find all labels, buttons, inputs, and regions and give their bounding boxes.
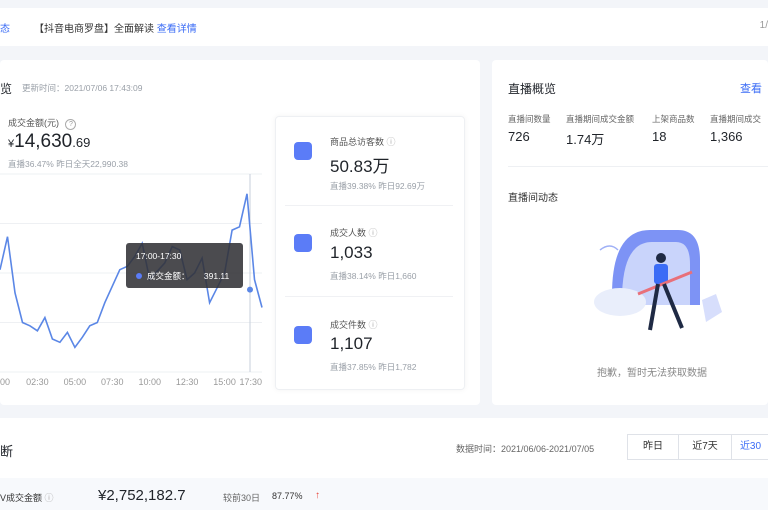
empty-state-illustration: [594, 230, 722, 331]
x-tick-label: 00: [0, 377, 10, 387]
stat-value-buyers: 1,033: [330, 243, 373, 262]
live-metric-value: 1,366: [710, 129, 743, 144]
live-metric-value: 1.74万: [566, 132, 605, 147]
gmv-block: 成交金额(元) ?: [8, 113, 77, 131]
notice-text: 【抖音电商罗盘】全面解读 查看详情: [34, 20, 197, 35]
hover-point: [247, 286, 253, 293]
x-tick-label: 05:00: [64, 377, 87, 387]
notice-left-fragment[interactable]: 态: [0, 20, 10, 35]
range-30days-button[interactable]: 近30: [731, 434, 768, 460]
x-tick-label: 10:00: [138, 377, 161, 387]
live-metric: 直播期间成交金额 1.74万: [566, 113, 652, 148]
summary-compare-value: 87.77%: [272, 491, 303, 501]
x-tick-label: 02:30: [26, 377, 49, 387]
live-feed-title: 直播间动态: [508, 193, 558, 204]
stat-value-visitors: 50.83万: [330, 157, 390, 176]
chart-tooltip: 17:00-17:30 成交金额： 391.11: [126, 243, 243, 288]
live-metric-label: 上架商品数: [652, 114, 695, 124]
notice-pager: 1/: [759, 20, 768, 31]
empty-state-text: 抱歉，暂时无法获取数据: [597, 368, 707, 379]
live-metric: 直播期间成交 1,366: [710, 113, 768, 148]
x-tick-label: 07:30: [101, 377, 124, 387]
notice-bar: 态 【抖音电商罗盘】全面解读 查看详情 1/: [0, 8, 768, 46]
notice-message: 【抖音电商罗盘】全面解读: [34, 24, 154, 35]
items-icon: [294, 326, 312, 344]
stat-label-visitors: 商品总访客数 ⓘ: [330, 137, 396, 147]
help-icon[interactable]: ?: [65, 119, 77, 130]
stat-compare-visitors: 直播39.38% 昨日92.69万: [330, 181, 425, 191]
live-metric-label: 直播期间成交金额: [566, 114, 635, 124]
gmv-decimal: .69: [72, 135, 91, 150]
divider: [285, 205, 453, 206]
stat-label-items: 成交件数 ⓘ: [330, 320, 378, 330]
gmv-integer: 14,630: [14, 131, 73, 152]
data-time-range: 数据时间：2021/06/06-2021/07/05: [456, 444, 595, 454]
summary-gmv-value: ¥2,752,182.7: [98, 487, 186, 504]
live-metric-value: 726: [508, 129, 530, 144]
overview-updated-time: 更新时间：2021/07/06 17:43:09: [22, 83, 143, 93]
stat-label-buyers: 成交人数 ⓘ: [330, 228, 378, 238]
tooltip-row: 成交金额： 391.11: [136, 270, 229, 282]
live-metric-label: 直播期间成交: [710, 114, 762, 124]
overview-title: 览: [0, 82, 13, 96]
visitor-icon: [294, 142, 312, 160]
live-title: 直播概览: [508, 82, 557, 96]
divider: [285, 296, 453, 297]
gmv-compare: 直播36.47% 昨日全天22,990.38: [8, 159, 129, 169]
live-metric: 直播间数量 726: [508, 113, 566, 148]
tooltip-label: 成交金额：: [147, 271, 190, 281]
x-tick-label: 12:30: [176, 377, 199, 387]
live-metric: 上架商品数 18: [652, 113, 710, 148]
notice-detail-link[interactable]: 查看详情: [157, 24, 197, 35]
stat-value-items: 1,107: [330, 334, 373, 353]
live-metric-value: 18: [652, 129, 667, 144]
trend-up-icon: ↑: [315, 490, 320, 501]
range-yesterday-button[interactable]: 昨日: [627, 434, 679, 460]
live-metric-label: 直播间数量: [508, 114, 551, 124]
stat-compare-buyers: 直播38.14% 昨日1,660: [330, 271, 417, 281]
range-7days-button[interactable]: 近7天: [678, 434, 732, 460]
buyers-icon: [294, 234, 312, 252]
divider: [508, 166, 768, 167]
series-dot-icon: [136, 273, 142, 279]
stat-compare-items: 直播37.85% 昨日1,782: [330, 362, 417, 372]
diagnosis-title: 断: [0, 444, 14, 459]
x-tick-label: 17:30: [239, 377, 262, 387]
summary-compare-label: 较前30日: [223, 493, 261, 503]
tooltip-time: 17:00-17:30: [136, 251, 182, 261]
live-view-link[interactable]: 查看: [740, 80, 762, 96]
gmv-label: 成交金额(元): [8, 118, 59, 128]
x-tick-label: 15:00: [213, 377, 236, 387]
summary-gmv-label: V成交金额 ⓘ: [0, 493, 54, 503]
tooltip-value: 391.11: [203, 271, 230, 281]
gmv-value: ¥14,630.69: [8, 131, 90, 153]
live-metrics: 直播间数量 726 直播期间成交金额 1.74万 上架商品数 18 直播期间成交…: [508, 113, 768, 148]
